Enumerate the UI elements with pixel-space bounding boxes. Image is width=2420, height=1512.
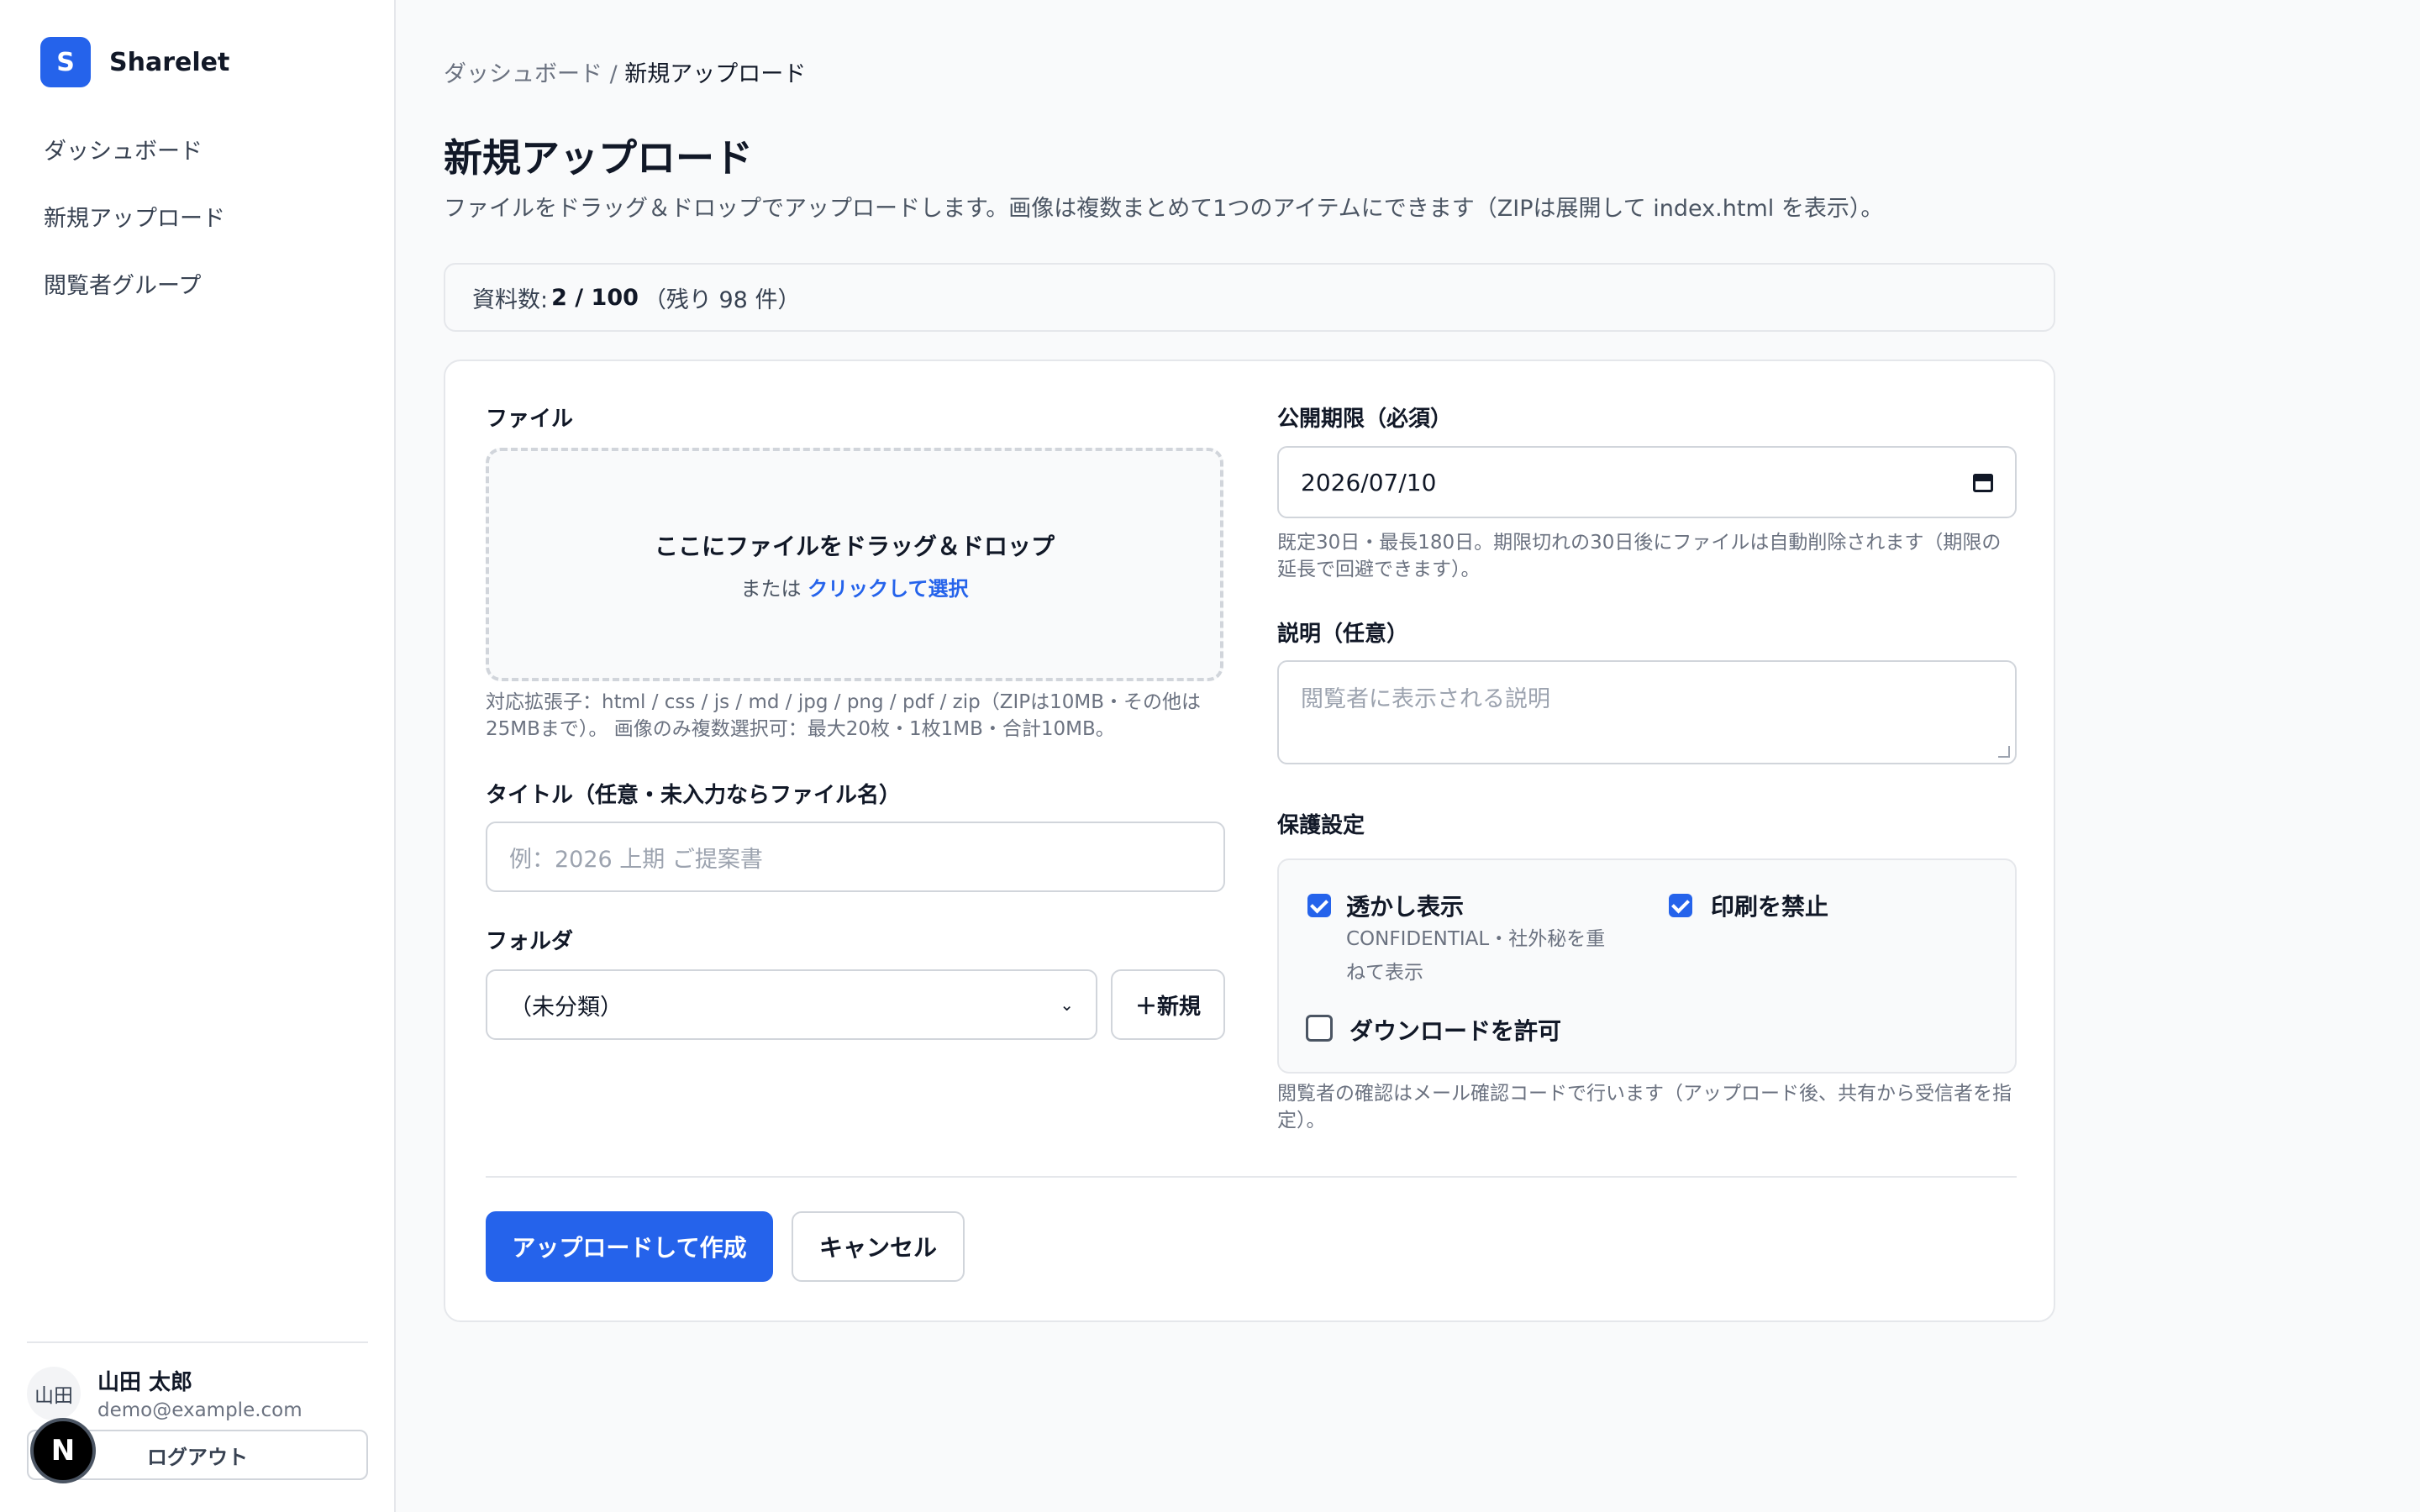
sidebar-item-viewer-groups[interactable]: 閲覧者グループ bbox=[27, 262, 371, 311]
dropzone-title: ここにファイルをドラッグ＆ドロップ bbox=[654, 532, 1055, 560]
description-textarea[interactable]: 閲覧者に表示される説明 bbox=[1277, 660, 2017, 764]
calendar-icon[interactable] bbox=[1973, 471, 1993, 493]
folder-select-value: （未分類） bbox=[509, 994, 623, 1021]
quota-value: 2 / 100 bbox=[551, 284, 639, 311]
allow-download-label[interactable]: ダウンロードを許可 bbox=[1349, 1013, 1561, 1047]
watermark-label[interactable]: 透かし表示 bbox=[1346, 889, 1464, 922]
sidebar-item-new-upload[interactable]: 新規アップロード bbox=[27, 195, 371, 244]
nextjs-dev-badge-icon[interactable]: N bbox=[30, 1418, 96, 1483]
protection-help-text: 閲覧者の確認はメール確認コードで行います（アップロード後、共有から受信者を指定）… bbox=[1277, 1083, 2012, 1131]
file-label: ファイル bbox=[486, 407, 574, 432]
cancel-button[interactable]: キャンセル bbox=[792, 1211, 965, 1282]
quota-suffix: （残り 98 件） bbox=[643, 286, 801, 313]
folder-select[interactable]: （未分類） ⌄ bbox=[486, 969, 1097, 1040]
breadcrumb: ダッシュボード / 新規アップロード bbox=[444, 55, 806, 88]
resize-handle-icon[interactable] bbox=[1998, 746, 2010, 758]
quota-prefix: 資料数: bbox=[472, 286, 549, 313]
sidebar: S Sharelet ダッシュボード 新規アップロード 閲覧者グループ 山田 山… bbox=[0, 0, 396, 1512]
brand-logo-icon: S bbox=[40, 37, 91, 87]
app-root: S Sharelet ダッシュボード 新規アップロード 閲覧者グループ 山田 山… bbox=[0, 0, 2420, 1512]
expiry-date-value: 2026/07/10 bbox=[1301, 468, 1437, 496]
dropzone-subtext: または クリックして選択 bbox=[741, 572, 969, 601]
sidebar-nav: ダッシュボード 新規アップロード 閲覧者グループ bbox=[27, 128, 371, 329]
no-print-checkbox[interactable] bbox=[1669, 894, 1692, 917]
upload-create-button[interactable]: アップロードして作成 bbox=[486, 1211, 773, 1282]
user-email: demo@example.com bbox=[97, 1399, 302, 1421]
upload-form-card: ファイル ここにファイルをドラッグ＆ドロップ または クリックして選択 対応拡張… bbox=[444, 360, 2055, 1322]
page-title: 新規アップロード bbox=[444, 135, 753, 181]
quota-banner: 資料数: 2 / 100 （残り 98 件） bbox=[444, 263, 2055, 332]
description-placeholder: 閲覧者に表示される説明 bbox=[1301, 686, 1550, 712]
breadcrumb-separator: / bbox=[602, 61, 625, 87]
file-dropzone[interactable]: ここにファイルをドラッグ＆ドロップ または クリックして選択 bbox=[486, 448, 1223, 681]
brand-name: Sharelet bbox=[109, 47, 230, 77]
brand[interactable]: S Sharelet bbox=[40, 37, 229, 87]
title-input-placeholder: 例：2026 上期 ご提案書 bbox=[509, 846, 763, 873]
protection-label: 保護設定 bbox=[1277, 813, 1365, 838]
chevron-down-icon: ⌄ bbox=[1060, 995, 1074, 1015]
title-label: タイトル（任意・未入力ならファイル名） bbox=[486, 783, 902, 808]
dropzone-select-link[interactable]: クリックして選択 bbox=[808, 577, 968, 601]
user-name: 山田 太郎 bbox=[97, 1370, 193, 1395]
page-description: ファイルをドラッグ＆ドロップでアップロードします。画像は複数まとめて1つのアイテ… bbox=[444, 196, 1884, 222]
avatar: 山田 bbox=[27, 1366, 81, 1420]
allow-download-checkbox[interactable] bbox=[1306, 1015, 1333, 1042]
expiry-help-text: 既定30日・最長180日。期限切れの30日後にファイルは自動削除されます（期限の… bbox=[1277, 532, 2002, 580]
breadcrumb-current: 新規アップロード bbox=[624, 61, 807, 87]
no-print-label[interactable]: 印刷を禁止 bbox=[1711, 889, 1828, 922]
sidebar-item-dashboard[interactable]: ダッシュボード bbox=[27, 128, 371, 176]
user-info: 山田 太郎 demo@example.com bbox=[97, 1365, 302, 1421]
main-content: ダッシュボード / 新規アップロード 新規アップロード ファイルをドラッグ＆ドロ… bbox=[396, 0, 2420, 1512]
new-folder-button[interactable]: ＋新規 bbox=[1111, 969, 1225, 1040]
watermark-subtext: CONFIDENTIAL・社外秘を重ねて表示 bbox=[1346, 928, 1606, 984]
protection-settings: 透かし表示 CONFIDENTIAL・社外秘を重ねて表示 印刷を禁止 ダウンロー… bbox=[1277, 858, 2017, 1074]
expiry-date-input[interactable]: 2026/07/10 bbox=[1277, 446, 2017, 518]
description-label: 説明（任意） bbox=[1277, 622, 1409, 647]
breadcrumb-parent[interactable]: ダッシュボード bbox=[444, 61, 602, 87]
form-divider bbox=[486, 1176, 2017, 1178]
user-profile: 山田 山田 太郎 demo@example.com bbox=[27, 1365, 368, 1421]
watermark-checkbox[interactable] bbox=[1307, 894, 1331, 917]
folder-label: フォルダ bbox=[486, 929, 574, 954]
title-input[interactable]: 例：2026 上期 ご提案書 bbox=[486, 822, 1225, 892]
expiry-label: 公開期限（必須） bbox=[1277, 407, 1453, 432]
dropzone-or: または bbox=[740, 576, 802, 601]
file-help-text: 対応拡張子：html / css / js / md / jpg / png /… bbox=[486, 691, 1201, 740]
